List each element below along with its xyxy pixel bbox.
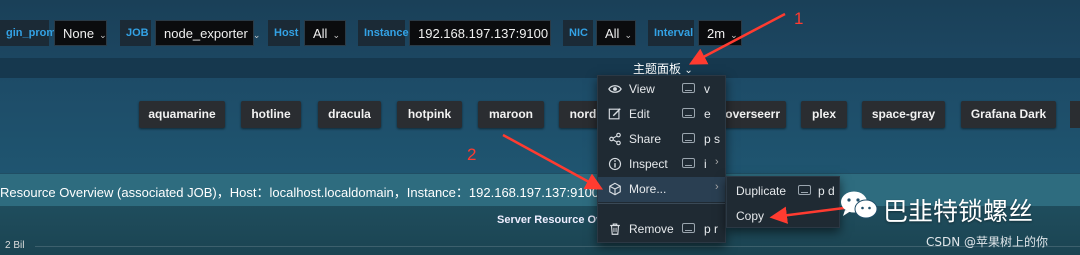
variable-select-instance[interactable]: 192.168.197.137:9100	[409, 20, 551, 46]
select-value: None	[63, 26, 95, 41]
submenu-item-copy[interactable]: Copy	[727, 204, 839, 229]
keyboard-icon	[682, 223, 695, 233]
menu-shortcut: p s	[704, 132, 721, 146]
theme-button-dracula[interactable]: dracula	[318, 101, 381, 128]
panel-context-menu: View v Edit e Share p s Inspect i › More…	[597, 75, 726, 243]
menu-item-label: Remove	[629, 222, 674, 236]
keyboard-icon	[682, 158, 695, 168]
keyboard-icon	[682, 108, 695, 118]
menu-item-remove[interactable]: Remove p r	[598, 217, 725, 242]
menu-item-label: Inspect	[629, 157, 668, 171]
menu-shortcut: e	[704, 107, 711, 121]
wechat-bubble-icon	[841, 191, 878, 219]
variable-select-interval[interactable]: 2m ⌄	[698, 20, 742, 46]
variable-label-host: Host	[268, 20, 300, 46]
theme-button-aquamarine[interactable]: aquamarine	[139, 101, 225, 128]
more-submenu: Duplicate p d Copy	[726, 176, 840, 228]
select-value: 2m	[707, 26, 726, 41]
chevron-right-icon: ›	[715, 156, 719, 168]
submenu-item-duplicate[interactable]: Duplicate p d	[727, 179, 839, 204]
select-value: node_exporter	[164, 26, 248, 41]
variable-label-interval: Interval	[648, 20, 694, 46]
menu-item-inspect[interactable]: Inspect i ›	[598, 152, 725, 177]
variable-select-job[interactable]: node_exporter ⌄	[155, 20, 260, 46]
watermark-text: 巴韭特锁螺丝	[883, 197, 1034, 226]
menu-shortcut: p d	[818, 184, 835, 198]
theme-button-space-gray[interactable]: space-gray	[862, 101, 945, 128]
menu-shortcut: v	[704, 82, 710, 96]
chevron-right-icon: ›	[715, 181, 719, 193]
select-value: All	[605, 26, 620, 41]
menu-item-label: Edit	[629, 107, 650, 121]
row-header	[0, 58, 1080, 78]
trash-icon	[610, 223, 620, 235]
grid-line	[35, 246, 1080, 247]
menu-item-more[interactable]: More... ›	[598, 177, 725, 202]
row-title-text: 主题面板	[633, 62, 682, 76]
menu-item-edit[interactable]: Edit e	[598, 102, 725, 127]
variable-label-origin-prom: gin_prom	[0, 20, 56, 46]
y-axis-tick: 2 Bil	[5, 240, 25, 251]
menu-shortcut: p r	[704, 222, 719, 236]
variable-label-nic: NIC	[563, 20, 593, 46]
csdn-watermark: CSDN @苹果树上的你	[926, 235, 1049, 249]
select-value: All	[313, 26, 328, 41]
chevron-down-icon: ⌄	[730, 30, 738, 40]
variable-label-job: JOB	[120, 20, 151, 46]
chevron-down-icon: ⌄	[252, 30, 261, 40]
menu-item-label: View	[629, 82, 655, 96]
eye-icon	[608, 85, 622, 93]
menu-item-label: More...	[629, 182, 667, 196]
share-icon	[609, 132, 621, 146]
theme-button-maroon[interactable]: maroon	[478, 101, 544, 128]
menu-item-share[interactable]: Share p s	[598, 127, 725, 152]
keyboard-icon	[682, 83, 695, 93]
annotation-number-2: 2	[467, 145, 477, 164]
menu-divider	[598, 203, 725, 204]
menu-item-label: Duplicate	[736, 184, 787, 198]
menu-item-view[interactable]: View v	[598, 77, 725, 102]
theme-button-hotline[interactable]: hotline	[241, 101, 301, 128]
menu-item-label: Share	[629, 132, 662, 146]
edit-icon	[608, 108, 621, 120]
cube-icon	[609, 182, 621, 196]
variable-select-origin-prom[interactable]: None ⌄	[54, 20, 107, 46]
variable-label-instance: Instance	[358, 20, 409, 46]
theme-button-plex[interactable]: plex	[801, 101, 847, 128]
info-icon	[608, 157, 622, 171]
theme-button-partial	[1070, 101, 1080, 128]
variable-select-nic[interactable]: All ⌄	[596, 20, 636, 46]
keyboard-icon	[798, 185, 811, 195]
select-value: 192.168.197.137:9100	[418, 26, 549, 41]
panel-title: Resource Overview (associated JOB)，Host：…	[0, 185, 600, 200]
annotation-number-1: 1	[794, 9, 804, 28]
chevron-down-icon: ⌄	[624, 30, 632, 40]
variable-select-host[interactable]: All ⌄	[304, 20, 346, 46]
keyboard-icon	[682, 133, 695, 143]
theme-button-grafana-dark[interactable]: Grafana Dark	[961, 101, 1056, 128]
chevron-down-icon: ⌄	[99, 30, 107, 40]
chevron-down-icon: ⌄	[332, 30, 340, 40]
chart-title: Server Resource Ov	[497, 214, 603, 226]
theme-button-hotpink[interactable]: hotpink	[397, 101, 462, 128]
menu-shortcut: i	[704, 157, 707, 171]
menu-item-label: Copy	[736, 209, 765, 223]
